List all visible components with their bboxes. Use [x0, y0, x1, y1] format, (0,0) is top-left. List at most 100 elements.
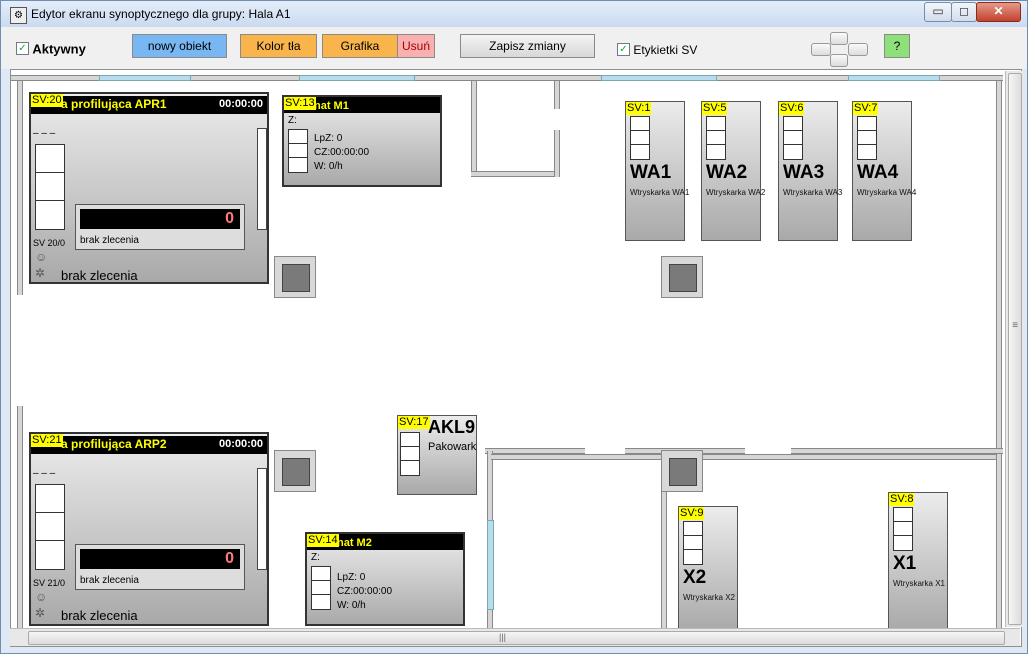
order-status: brak zlecenia — [61, 268, 138, 283]
machine-name: WA4 — [857, 162, 899, 183]
sv-label: SV:14 — [307, 534, 339, 547]
sv-label: SV:1 — [626, 102, 652, 115]
scroll-grip-icon: ||| — [499, 632, 507, 642]
progress-bar — [257, 468, 267, 570]
lpz-label: LpZ: 0 — [314, 133, 343, 144]
machine-wa3[interactable]: SV:6 WA3 Wtryskarka WA3 — [778, 101, 842, 241]
title-bar[interactable]: ⚙ Edytor ekranu synoptycznego dla grupy:… — [1, 1, 1027, 27]
room-wall — [554, 81, 560, 109]
packer-desc: Pakowark — [428, 441, 477, 453]
pillar — [274, 450, 316, 492]
sv-small-label: SV 20/0 — [33, 238, 66, 248]
vertical-scrollbar[interactable]: ≡ — [1005, 71, 1023, 627]
order-box: 0 brak zlecenia — [75, 204, 245, 250]
order-label: brak zlecenia — [80, 575, 139, 586]
background-color-button[interactable]: Kolor tła — [240, 34, 317, 58]
room-wall — [554, 130, 560, 177]
sv-label: SV:5 — [702, 102, 728, 115]
sv-label: SV:21 — [31, 434, 63, 447]
app-icon: ⚙ — [10, 7, 27, 24]
machine-wa4[interactable]: SV:7 WA4 Wtryskarka WA4 — [852, 101, 916, 241]
signal-lamp — [311, 566, 331, 610]
window-segment — [99, 75, 191, 81]
signal-lamp — [630, 116, 650, 160]
automat-widget-m1[interactable]: nat M1 SV:13 Z: LpZ: 0 CZ:00:00:00 W: 0/… — [282, 95, 442, 187]
minimize-button[interactable]: ▭ — [924, 2, 952, 22]
sv-labels-checkbox-group[interactable]: ✓ Etykietki SV — [617, 42, 697, 57]
order-status: brak zlecenia — [61, 608, 138, 623]
active-label: Aktywny — [32, 41, 86, 57]
sv-labels-checkbox[interactable]: ✓ — [617, 43, 630, 57]
gear-icon: ✲ — [35, 266, 46, 280]
machine-name: WA2 — [706, 162, 748, 183]
window-segment — [848, 75, 940, 81]
automat-widget-m2[interactable]: nat M2 SV:14 Z: LpZ: 0 CZ:00:00:00 W: 0/… — [305, 532, 465, 626]
wall-right — [996, 81, 1002, 451]
automat-title: nat M1 — [314, 100, 349, 112]
scroll-grip-icon: ≡ — [1012, 320, 1018, 331]
arrow-left-icon[interactable] — [811, 43, 831, 56]
machine-x2[interactable]: SV:9 X2 Wtryskarka X2 — [678, 506, 738, 632]
window-segment — [299, 75, 415, 81]
machine-desc: Wtryskarka WA2 — [706, 188, 766, 197]
horizontal-scrollbar[interactable]: ||| — [10, 628, 1020, 646]
machine-wa2[interactable]: SV:5 WA2 Wtryskarka WA2 — [701, 101, 765, 241]
room-wall — [471, 81, 477, 177]
pillar — [661, 450, 703, 492]
machine-desc: Wtryskarka WA4 — [857, 188, 917, 197]
packer-name: AKL9 — [428, 417, 476, 437]
graphics-button[interactable]: Grafika — [322, 34, 398, 58]
help-button[interactable]: ? — [884, 34, 910, 58]
signal-lamp — [35, 484, 65, 570]
sv-label: SV:9 — [679, 507, 705, 520]
machine-desc: Wtryskarka WA3 — [783, 188, 843, 197]
packer-akl9[interactable]: SV:17 AKL9 Pakowark — [397, 415, 477, 495]
w-label: W: 0/h — [337, 600, 366, 611]
counter: 0 — [80, 549, 240, 569]
wall-left-upper — [17, 81, 23, 295]
signal-lamp — [288, 129, 308, 173]
active-checkbox[interactable]: ✓ — [16, 42, 29, 56]
maximize-button[interactable]: ◻ — [951, 2, 977, 22]
wall-right-lower — [996, 453, 1002, 646]
lpz-label: LpZ: 0 — [337, 572, 366, 583]
signal-lamp — [893, 507, 913, 551]
line-name: a profilująca ARP2 — [61, 437, 167, 451]
new-object-button[interactable]: nowy obiekt — [132, 34, 227, 58]
z-label: Z: — [288, 115, 297, 126]
window-segment — [601, 75, 717, 81]
arrow-up-icon[interactable] — [830, 32, 848, 45]
line-widget-arp2[interactable]: a profilująca ARP2 00:00:00 SV:21 – – – … — [29, 432, 269, 626]
machine-desc: Wtryskarka X2 — [683, 593, 736, 602]
arrow-down-icon[interactable] — [830, 54, 848, 67]
order-label: brak zlecenia — [80, 235, 139, 246]
person-icon: ☺ — [35, 590, 48, 604]
order-box: 0 brak zlecenia — [75, 544, 245, 590]
sv-small-label: SV 21/0 — [33, 578, 66, 588]
machine-x1[interactable]: SV:8 X1 Wtryskarka X1 — [888, 492, 948, 632]
sv-labels-label: Etykietki SV — [633, 42, 698, 57]
line-widget-apr1[interactable]: a profilująca APR1 00:00:00 SV:20 – – – … — [29, 92, 269, 284]
scroll-thumb[interactable]: ||| — [28, 631, 1005, 645]
signal-lamp — [35, 144, 65, 230]
delete-button[interactable]: Usuń — [397, 34, 435, 58]
progress-bar — [257, 128, 267, 230]
line-name: a profilująca APR1 — [61, 97, 167, 111]
cz-label: CZ:00:00:00 — [314, 147, 370, 158]
pillar — [661, 256, 703, 298]
machine-desc: Wtryskarka WA1 — [630, 188, 690, 197]
line-header: a profilująca ARP2 00:00:00 — [31, 436, 267, 454]
machine-wa1[interactable]: SV:1 WA1 Wtryskarka WA1 — [625, 101, 689, 241]
sv-label: SV:8 — [889, 493, 915, 506]
window-title: Edytor ekranu synoptycznego dla grupy: H… — [31, 7, 291, 21]
counter: 0 — [80, 209, 240, 229]
close-button[interactable]: ✕ — [976, 2, 1021, 22]
save-changes-button[interactable]: Zapisz zmiany — [460, 34, 595, 58]
active-checkbox-group[interactable]: ✓ Aktywny — [16, 41, 86, 56]
arrow-right-icon[interactable] — [848, 43, 868, 56]
scroll-thumb[interactable]: ≡ — [1008, 73, 1022, 625]
z-label: Z: — [311, 552, 320, 563]
synoptic-canvas[interactable]: a profilująca APR1 00:00:00 SV:20 – – – … — [10, 69, 1022, 647]
line-time: 00:00:00 — [218, 438, 263, 450]
signal-lamp — [683, 521, 703, 565]
